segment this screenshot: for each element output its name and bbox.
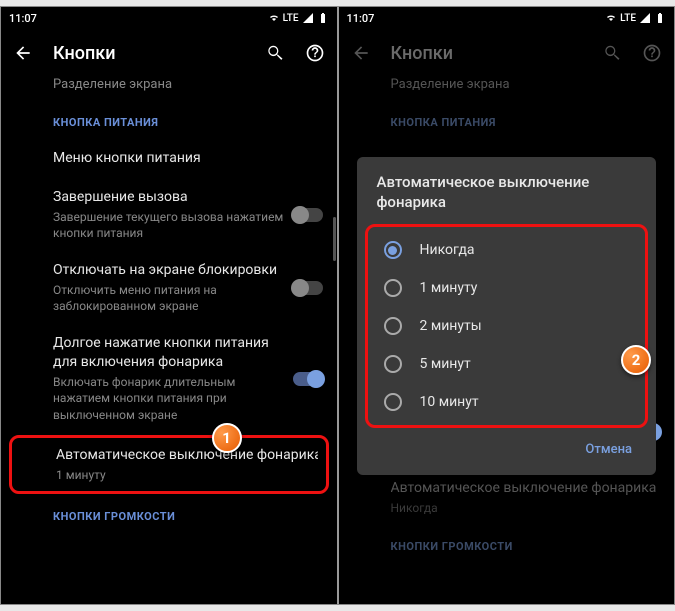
dialog-title: Автоматическое выключение фонарика <box>357 173 657 224</box>
status-bar: 11:07 LTE <box>339 7 675 29</box>
highlight-auto-off[interactable]: Автоматическое выключение фонарика 1 мин… <box>9 435 329 494</box>
network-label: LTE <box>283 13 299 24</box>
toggle-lock-screen[interactable] <box>293 281 323 295</box>
screenshot-left: 11:07 LTE Кнопки Разделение экрана КНОПК… <box>1 7 337 604</box>
screenshot-right: 11:07 LTE Кнопки Разделение экрана КНОПК… <box>339 7 675 604</box>
signal-icon <box>302 12 314 24</box>
toggle-end-call[interactable] <box>293 208 323 222</box>
row-end-call[interactable]: Завершение вызова Завершение текущего вы… <box>1 178 337 251</box>
radio-option-never[interactable]: Никогда <box>368 231 646 269</box>
radio-icon <box>384 241 402 259</box>
status-bar: 11:07 LTE <box>1 7 337 29</box>
section-volume-title: КНОПКИ ГРОМКОСТИ <box>1 496 337 533</box>
wifi-icon <box>605 12 617 24</box>
help-icon[interactable] <box>305 43 325 63</box>
subtitle: Разделение экрана <box>1 77 337 102</box>
back-icon <box>351 43 371 63</box>
network-label: LTE <box>620 13 636 24</box>
page-title: Кнопки <box>391 43 583 64</box>
section-power-title: КНОПКА ПИТАНИЯ <box>339 102 675 139</box>
battery-icon <box>317 12 329 24</box>
app-bar: Кнопки <box>1 29 337 77</box>
badge-2: 2 <box>621 345 651 375</box>
radio-option-1min[interactable]: 1 минуту <box>368 269 646 307</box>
radio-icon <box>384 393 402 411</box>
row-power-menu[interactable]: Меню кнопки питания <box>1 139 337 178</box>
row-auto-off-dim: Автоматическое выключение фонарика Никог… <box>339 469 675 526</box>
radio-icon <box>384 317 402 335</box>
search-icon <box>602 43 622 63</box>
dialog-options-highlight: Никогда 1 минуту 2 минуты 5 минут 10 мин… <box>365 224 649 428</box>
subtitle: Разделение экрана <box>339 77 675 102</box>
wifi-icon <box>268 12 280 24</box>
row-long-press[interactable]: Долгое нажатие кнопки питания для включе… <box>1 324 337 432</box>
signal-icon <box>639 12 651 24</box>
row-lock-screen[interactable]: Отключать на экране блокировки Отключить… <box>1 251 337 324</box>
radio-option-5min[interactable]: 5 минут <box>368 345 646 383</box>
cancel-button[interactable]: Отмена <box>577 436 640 463</box>
scroll-indicator <box>333 217 336 261</box>
section-power-title: КНОПКА ПИТАНИЯ <box>1 102 337 139</box>
dialog-auto-off: Автоматическое выключение фонарика Никог… <box>357 157 657 475</box>
help-icon <box>642 43 662 63</box>
search-icon[interactable] <box>265 43 285 63</box>
battery-icon <box>654 12 666 24</box>
radio-option-10min[interactable]: 10 минут <box>368 383 646 421</box>
page-title: Кнопки <box>53 43 245 64</box>
status-time: 11:07 <box>347 12 375 25</box>
status-time: 11:07 <box>9 12 37 25</box>
section-volume-title: КНОПКИ ГРОМКОСТИ <box>339 526 675 563</box>
back-icon[interactable] <box>13 43 33 63</box>
radio-icon <box>384 355 402 373</box>
radio-icon <box>384 279 402 297</box>
badge-1: 1 <box>212 423 242 453</box>
app-bar: Кнопки <box>339 29 675 77</box>
radio-option-2min[interactable]: 2 минуты <box>368 307 646 345</box>
toggle-long-press[interactable] <box>293 372 323 386</box>
